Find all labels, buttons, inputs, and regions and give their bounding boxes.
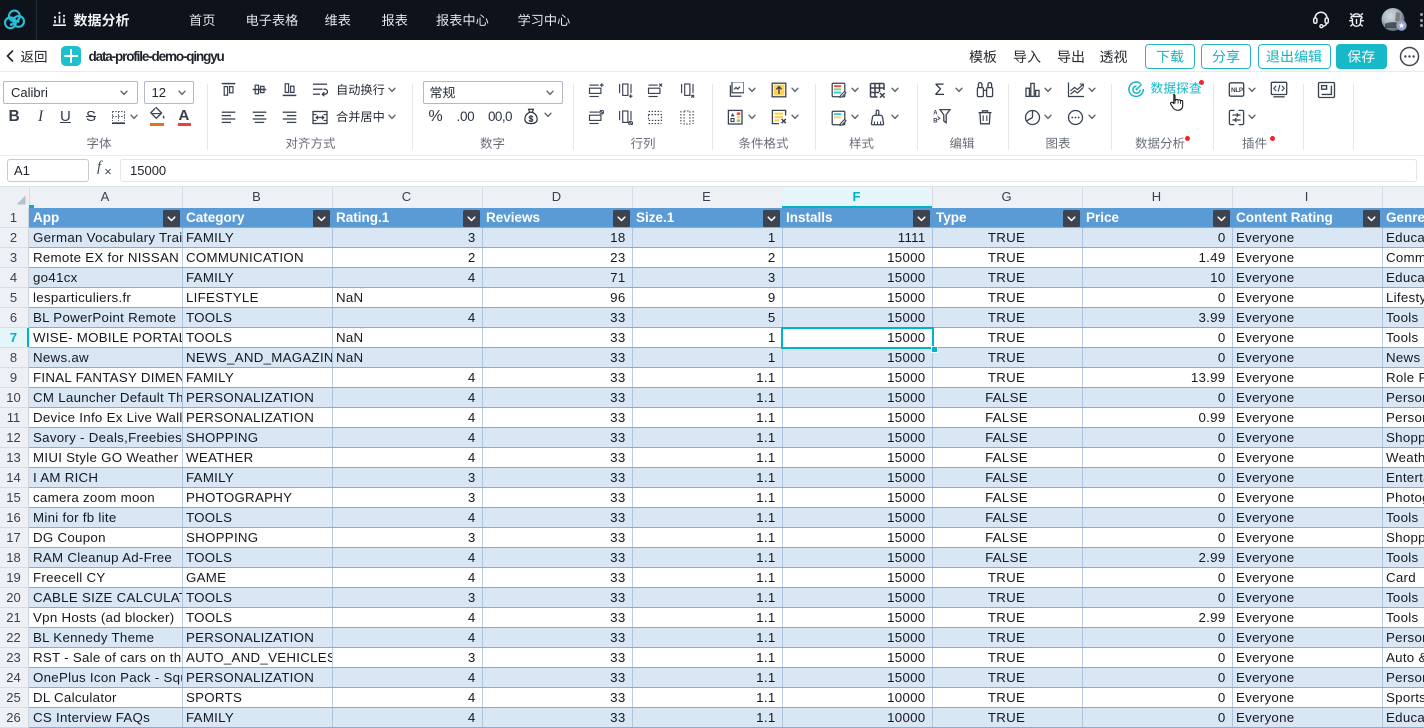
svg-text:B: B: [933, 118, 938, 124]
svg-text:A: A: [933, 110, 938, 116]
svg-text:NLP: NLP: [1231, 87, 1244, 94]
